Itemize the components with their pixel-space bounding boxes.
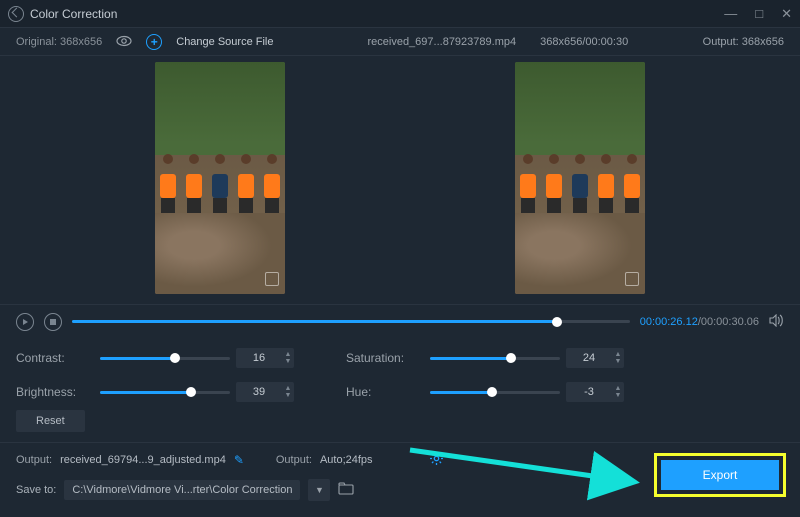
reset-button[interactable]: Reset <box>16 410 85 432</box>
output-settings-icon[interactable] <box>429 451 444 469</box>
output-dims-label: Output: 368x656 <box>703 36 784 48</box>
original-label: Original: 368x656 <box>16 36 102 48</box>
app-logo-icon <box>8 6 24 22</box>
output-format-label: Output: <box>276 454 312 466</box>
stop-button[interactable] <box>44 313 62 331</box>
window-controls: — □ ✕ <box>724 6 792 22</box>
contrast-label: Contrast: <box>16 351 94 365</box>
save-path-dropdown[interactable]: ▼ <box>308 479 330 501</box>
maximize-button[interactable]: □ <box>755 6 763 22</box>
preview-area <box>0 56 800 304</box>
source-filename: received_697...87923789.mp4 <box>367 36 516 48</box>
timeline-slider[interactable] <box>72 320 630 323</box>
current-time: 00:00:26.12 <box>640 316 698 328</box>
change-source-button[interactable]: Change Source File <box>176 36 273 48</box>
preview-toggle-icon[interactable] <box>116 34 132 50</box>
brightness-label: Brightness: <box>16 385 94 399</box>
open-folder-icon[interactable] <box>338 482 354 498</box>
source-info-bar: Original: 368x656 + Change Source File r… <box>0 28 800 56</box>
brightness-slider[interactable] <box>100 391 230 394</box>
hue-label: Hue: <box>346 385 424 399</box>
original-preview <box>155 62 285 294</box>
add-source-icon[interactable]: + <box>146 34 162 50</box>
saturation-label: Saturation: <box>346 351 424 365</box>
saturation-spinner[interactable]: 24▲▼ <box>566 348 624 368</box>
contrast-slider[interactable] <box>100 357 230 360</box>
play-button[interactable] <box>16 313 34 331</box>
title-bar: Color Correction — □ ✕ <box>0 0 800 28</box>
close-button[interactable]: ✕ <box>781 6 792 22</box>
adjustment-controls: Contrast: 16▲▼ Saturation: 24▲▼ Brightne… <box>0 338 800 406</box>
minimize-button[interactable]: — <box>724 6 737 22</box>
timecode: 00:00:26.12/00:00:30.06 <box>640 316 759 328</box>
output-filename: received_69794...9_adjusted.mp4 <box>60 454 226 466</box>
brightness-spinner[interactable]: 39▲▼ <box>236 382 294 402</box>
total-time: /00:00:30.06 <box>698 316 759 328</box>
source-dims-duration: 368x656/00:00:30 <box>540 36 628 48</box>
hue-slider[interactable] <box>430 391 560 394</box>
volume-icon[interactable] <box>769 314 784 330</box>
reset-row: Reset <box>0 406 800 442</box>
contrast-spinner[interactable]: 16▲▼ <box>236 348 294 368</box>
export-button[interactable]: Export <box>661 460 779 490</box>
export-highlight: Export <box>654 453 786 497</box>
hue-spinner[interactable]: -3▲▼ <box>566 382 624 402</box>
playback-bar: 00:00:26.12/00:00:30.06 <box>0 304 800 338</box>
window-title: Color Correction <box>30 7 117 21</box>
output-preview <box>515 62 645 294</box>
save-to-label: Save to: <box>16 484 56 496</box>
output-filename-label: Output: <box>16 454 52 466</box>
saturation-slider[interactable] <box>430 357 560 360</box>
save-path-field[interactable]: C:\Vidmore\Vidmore Vi...rter\Color Corre… <box>64 480 300 500</box>
edit-filename-icon[interactable]: ✎ <box>234 453 244 467</box>
output-format-value: Auto;24fps <box>320 454 373 466</box>
